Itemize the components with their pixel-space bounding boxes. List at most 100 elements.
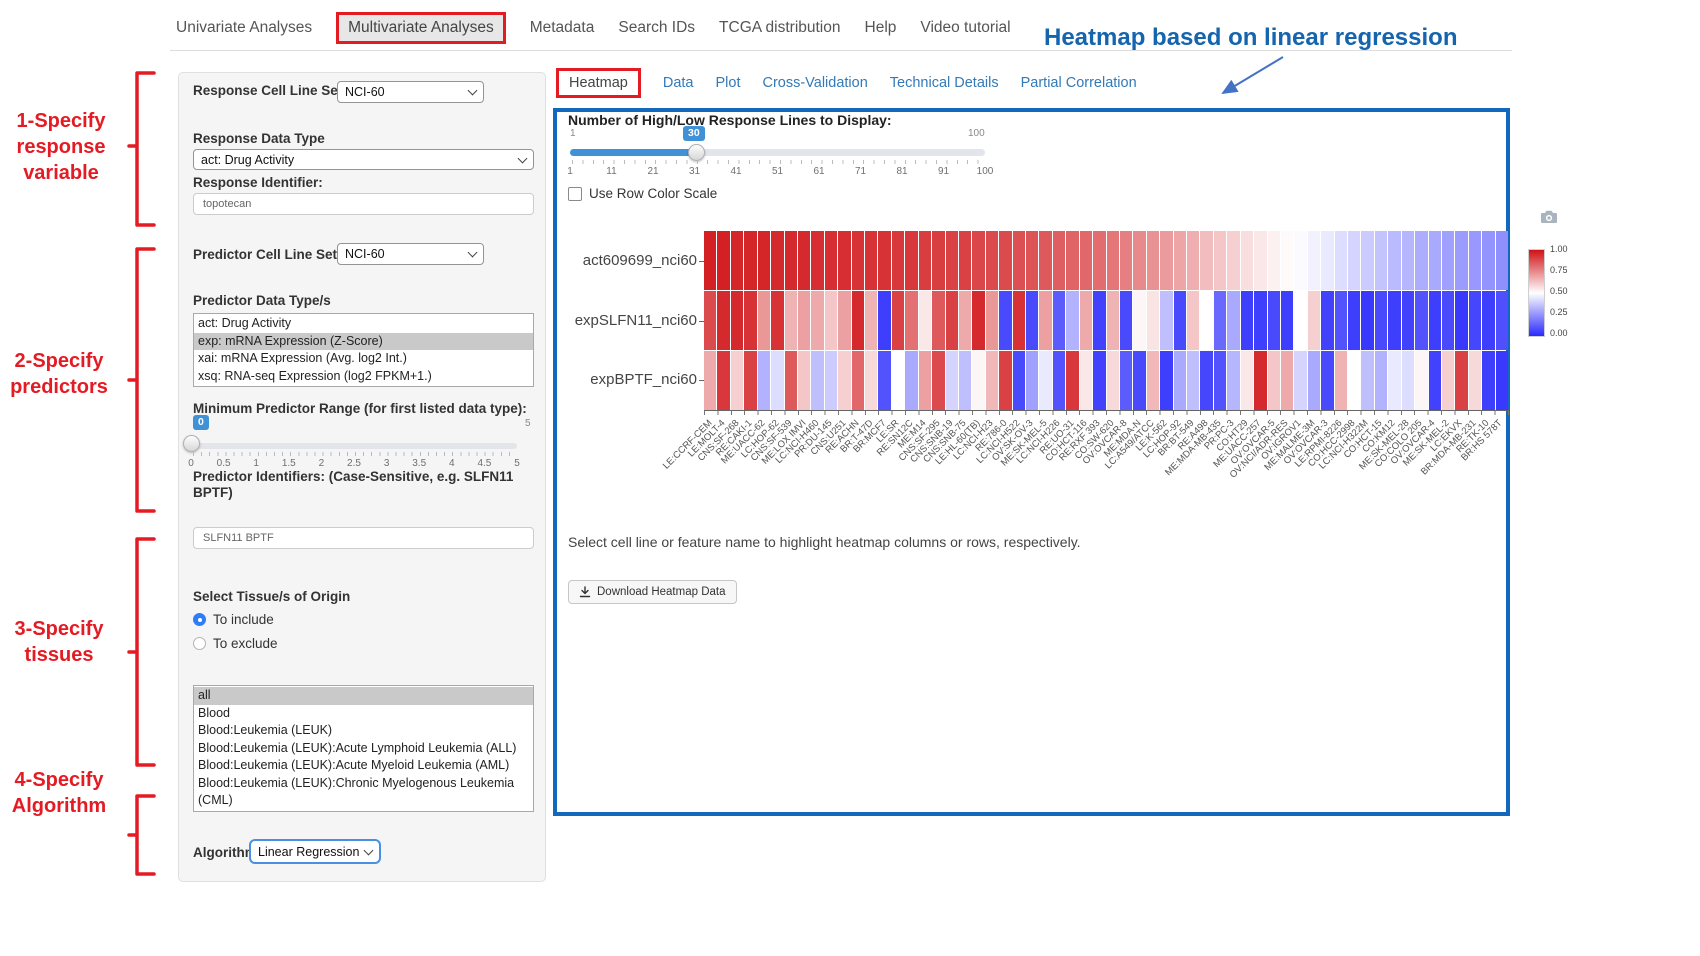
- nav-item-univariate-analyses[interactable]: Univariate Analyses: [176, 19, 312, 37]
- row-label-expbptf-nci60[interactable]: expBPTF_nci60: [540, 371, 697, 388]
- heatmap-cell: [1455, 291, 1467, 350]
- heatmap-cell: [704, 291, 716, 350]
- tissue-include-label: To include: [213, 612, 274, 627]
- heatmap-cell: [744, 291, 756, 350]
- heatmap-cell: [946, 351, 958, 410]
- algorithm-select[interactable]: Linear Regression: [249, 839, 381, 864]
- heatmap-cell: [1093, 231, 1105, 290]
- tab-data[interactable]: Data: [663, 75, 694, 91]
- heatmap-cell: [1455, 351, 1467, 410]
- heatmap-cell: [1402, 291, 1414, 350]
- annotation-line: 1-Specify: [2, 108, 120, 134]
- heatmap-cell: [1294, 351, 1306, 410]
- tick-1: 1: [567, 166, 573, 177]
- heatmap-cell: [919, 291, 931, 350]
- option-blood-leukemia-leuk-acute-myeloid-leukemia-aml[interactable]: Blood:Leukemia (LEUK):Acute Myeloid Leuk…: [194, 757, 533, 775]
- option-xsq-rna-seq-expression-log2-fpkm-1[interactable]: xsq: RNA-seq Expression (log2 FPKM+1.): [194, 368, 533, 386]
- heatmap-cell: [744, 231, 756, 290]
- heatmap-cell: [1429, 231, 1441, 290]
- heatmap-cell: [1268, 291, 1280, 350]
- annotation-line: 3-Specify: [0, 616, 118, 642]
- response-lines-slider-fill: [570, 149, 697, 156]
- nav-item-multivariate-analyses[interactable]: Multivariate Analyses: [336, 12, 506, 44]
- row-label-act609699-nci60[interactable]: act609699_nci60: [540, 252, 697, 269]
- tissue-include-radio[interactable]: [193, 613, 206, 626]
- heatmap-cell: [825, 291, 837, 350]
- colorbar-tick-0-00: 0.00: [1550, 328, 1568, 338]
- option-all[interactable]: all: [194, 687, 533, 705]
- heatmap-cell: [1294, 231, 1306, 290]
- response-lines-slider-title: Number of High/Low Response Lines to Dis…: [568, 112, 892, 128]
- nav-item-metadata[interactable]: Metadata: [530, 19, 595, 37]
- heatmap-cell: [972, 291, 984, 350]
- option-blood-leukemia-leuk-chronic-myelogenous-leukemia-cml[interactable]: Blood:Leukemia (LEUK):Chronic Myelogenou…: [194, 775, 533, 810]
- heatmap-cell: [1013, 231, 1025, 290]
- response-cell-line-set-select[interactable]: NCI-60: [337, 81, 484, 103]
- use-row-color-scale-checkbox[interactable]: [568, 187, 582, 201]
- annotation-arrow-icon: [1205, 52, 1305, 104]
- heatmap-cell: [1415, 291, 1427, 350]
- tab-technical-details[interactable]: Technical Details: [890, 75, 999, 91]
- tab-heatmap[interactable]: Heatmap: [556, 68, 641, 98]
- tissue-exclude-radio[interactable]: [193, 637, 206, 650]
- heatmap-cell: [1107, 231, 1119, 290]
- heatmap-cell: [932, 351, 944, 410]
- tab-partial-correlation[interactable]: Partial Correlation: [1021, 75, 1137, 91]
- nav-item-help[interactable]: Help: [865, 19, 897, 37]
- heatmap-cell: [1107, 291, 1119, 350]
- row-label-expslfn11-nci60[interactable]: expSLFN11_nci60: [540, 312, 697, 329]
- option-blood[interactable]: Blood: [194, 705, 533, 723]
- option-act-drug-activity[interactable]: act: Drug Activity: [194, 315, 533, 333]
- nav-item-search-ids[interactable]: Search IDs: [618, 19, 695, 37]
- annotation-bracket-3: [126, 536, 156, 768]
- heatmap-cell: [878, 351, 890, 410]
- option-xai-mrna-expression-avg-log2-int[interactable]: xai: mRNA Expression (Avg. log2 Int.): [194, 350, 533, 368]
- heatmap-cell: [1442, 291, 1454, 350]
- annotation-line: 2-Specify: [0, 348, 118, 374]
- response-data-type-select[interactable]: act: Drug Activity: [193, 149, 534, 170]
- heatmap-cell: [838, 351, 850, 410]
- annotation-line: response: [2, 134, 120, 160]
- heatmap-cell: [1080, 291, 1092, 350]
- heatmap-cell: [986, 231, 998, 290]
- heatmap-cell: [1026, 231, 1038, 290]
- heatmap-cell: [1321, 351, 1333, 410]
- tab-plot[interactable]: Plot: [715, 75, 740, 91]
- heatmap-cell: [1080, 231, 1092, 290]
- response-identifier-input[interactable]: topotecan: [193, 193, 534, 215]
- tissue-origin-listbox[interactable]: allBloodBlood:Leukemia (LEUK)Blood:Leuke…: [193, 685, 534, 812]
- response-data-type-value: act: Drug Activity: [201, 153, 294, 167]
- algorithm-value: Linear Regression: [258, 845, 359, 859]
- camera-download-plot-icon[interactable]: [1540, 209, 1558, 224]
- predictor-cell-line-set-select[interactable]: NCI-60: [337, 243, 484, 265]
- tab-cross-validation[interactable]: Cross-Validation: [762, 75, 867, 91]
- heatmap-cell: [1214, 291, 1226, 350]
- heatmap-cell: [959, 291, 971, 350]
- option-exp-mrna-expression-z-score[interactable]: exp: mRNA Expression (Z-Score): [194, 333, 533, 351]
- heatmap-cell: [1107, 351, 1119, 410]
- nav-item-video-tutorial[interactable]: Video tutorial: [920, 19, 1010, 37]
- response-lines-slider-handle[interactable]: [688, 144, 705, 161]
- heatmap-cell: [1308, 231, 1320, 290]
- option-blood-leukemia-leuk-acute-lymphoid-leukemia-all[interactable]: Blood:Leukemia (LEUK):Acute Lymphoid Leu…: [194, 740, 533, 758]
- heatmap-cell: [1348, 291, 1360, 350]
- heatmap-cell: [1053, 231, 1065, 290]
- min-predictor-range-slider-track[interactable]: [191, 443, 517, 449]
- heatmap-cell: [1361, 231, 1373, 290]
- predictor-data-types-listbox[interactable]: act: Drug Activityexp: mRNA Expression (…: [193, 313, 534, 387]
- min-predictor-range-slider-handle[interactable]: [183, 435, 200, 452]
- heatmap-cell: [1120, 231, 1132, 290]
- top-nav: Univariate Analyses Multivariate Analyses…: [176, 12, 1011, 44]
- heatmap-cell: [1227, 291, 1239, 350]
- heatmap-cell: [771, 351, 783, 410]
- heatmap-cell: [905, 351, 917, 410]
- heatmap-cell: [1482, 351, 1494, 410]
- nav-item-tcga-distribution[interactable]: TCGA distribution: [719, 19, 840, 37]
- download-button-label: Download Heatmap Data: [597, 586, 726, 598]
- heatmap-cell: [986, 291, 998, 350]
- option-blood-leukemia-leuk[interactable]: Blood:Leukemia (LEUK): [194, 722, 533, 740]
- heatmap-cell: [1174, 231, 1186, 290]
- tick-41: 41: [730, 166, 741, 177]
- predictor-identifiers-input[interactable]: SLFN11 BPTF: [193, 527, 534, 549]
- download-heatmap-data-button[interactable]: Download Heatmap Data: [568, 580, 737, 604]
